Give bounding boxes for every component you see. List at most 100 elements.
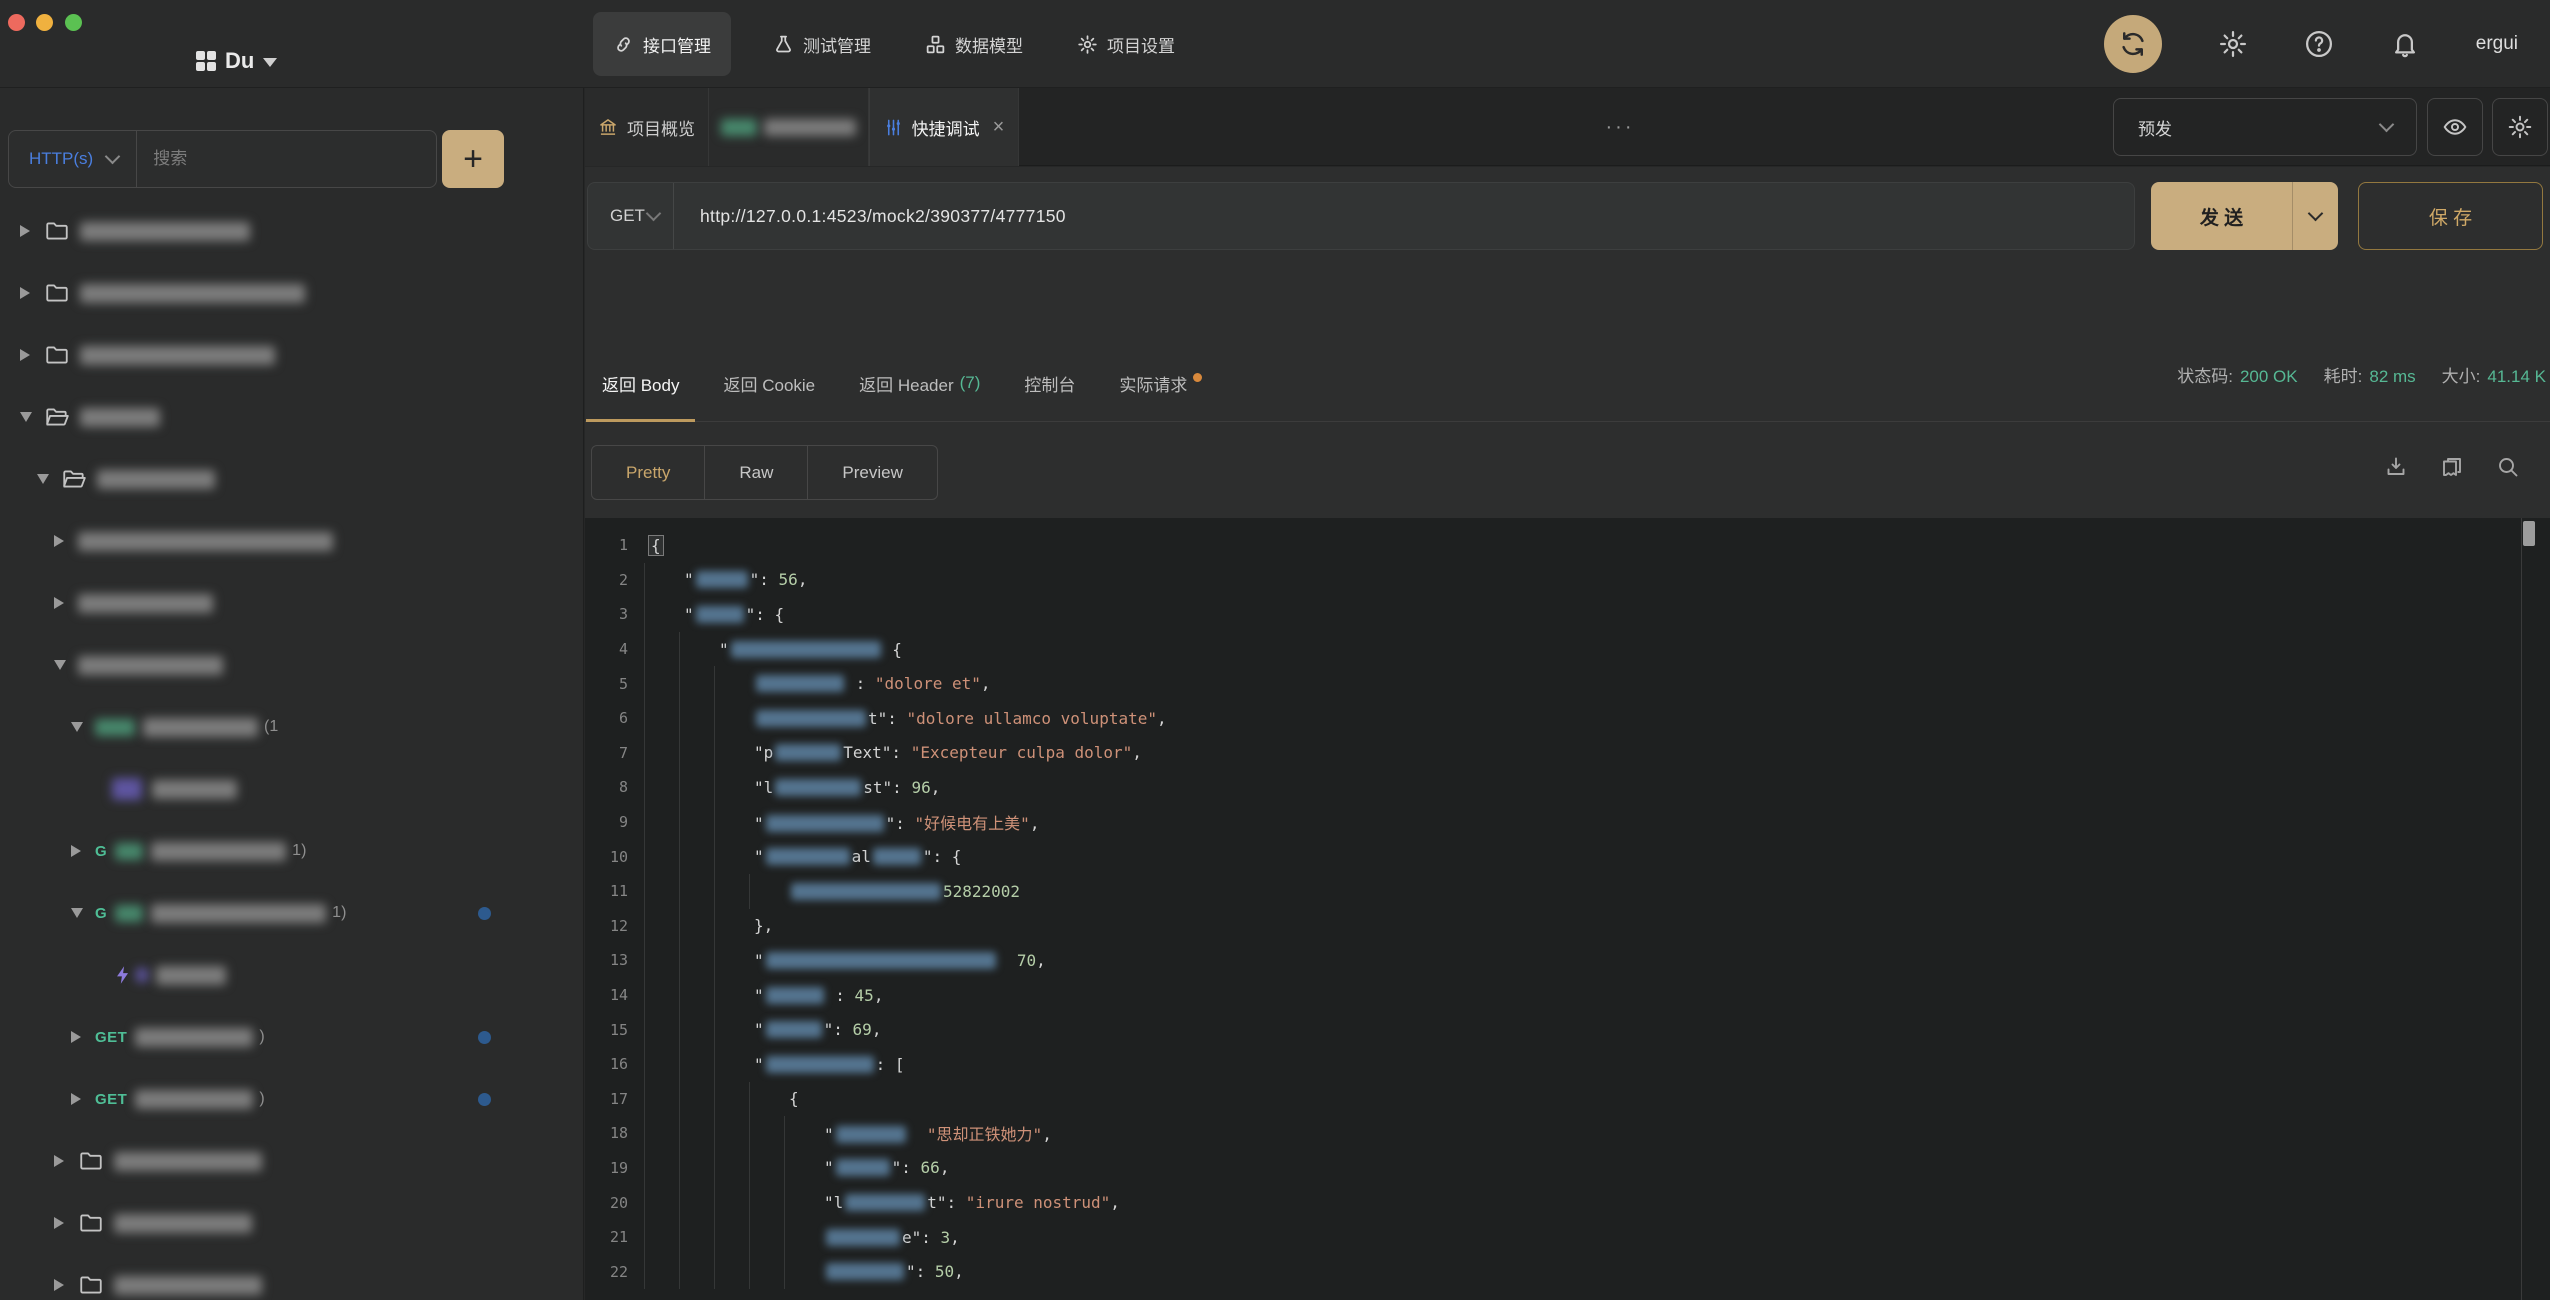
tab-response-cookie[interactable]: 返回 Cookie [723, 345, 815, 421]
method-select[interactable]: GET [588, 183, 674, 249]
chevron-right-icon[interactable] [54, 1155, 78, 1167]
notifications-button[interactable] [2390, 29, 2420, 59]
tree-row[interactable] [0, 944, 584, 1006]
tree-row[interactable]: GET) [0, 1006, 584, 1068]
tree-row[interactable] [0, 1130, 584, 1192]
tab-quick-debug[interactable]: 快捷调试 × [869, 88, 1019, 166]
chevron-down-icon[interactable] [54, 660, 78, 670]
code-line[interactable]: 10"al": { [585, 839, 2550, 874]
response-body-editor[interactable]: 1{2"": 56,3"": {4" {5 : "dolore et",6t":… [585, 518, 2550, 1300]
chevron-right-icon[interactable] [20, 349, 44, 361]
tree-row[interactable] [0, 758, 584, 820]
tree-row[interactable] [0, 324, 584, 386]
tree-row[interactable] [0, 262, 584, 324]
add-button[interactable]: + [442, 130, 504, 188]
tab-actual-request[interactable]: 实际请求 [1119, 345, 1202, 421]
search-icon[interactable] [2496, 455, 2520, 479]
env-preview-button[interactable] [2427, 98, 2483, 156]
help-icon [2304, 29, 2334, 59]
chevron-right-icon[interactable] [54, 1217, 78, 1229]
tree-row[interactable] [0, 200, 584, 262]
user-menu[interactable]: ergui [2476, 33, 2518, 55]
chevron-right-icon[interactable] [71, 1093, 95, 1105]
traffic-light-close[interactable] [8, 14, 25, 31]
chevron-down-icon[interactable] [71, 722, 95, 732]
code-line[interactable]: 2"": 56, [585, 563, 2550, 598]
chevron-right-icon[interactable] [71, 1031, 95, 1043]
search-input[interactable] [137, 149, 436, 169]
url-input[interactable] [674, 206, 2134, 227]
tree-row[interactable] [0, 1254, 584, 1300]
tree-row[interactable]: (1 [0, 696, 584, 758]
code-line[interactable]: 16": [ [585, 1047, 2550, 1082]
send-options-caret[interactable] [2293, 182, 2338, 250]
code-line[interactable]: 18" "思却正铁她力", [585, 1116, 2550, 1151]
chevron-right-icon[interactable] [71, 845, 95, 857]
tree-row[interactable]: G1) [0, 820, 584, 882]
chevron-right-icon[interactable] [54, 535, 78, 547]
tree-row[interactable]: G1) [0, 882, 584, 944]
save-button[interactable]: 保 存 [2358, 182, 2543, 250]
view-mode-pretty[interactable]: Pretty [592, 446, 705, 499]
view-mode-raw[interactable]: Raw [705, 446, 808, 499]
send-button[interactable]: 发 送 [2151, 182, 2338, 250]
more-tabs-button[interactable]: ··· [1580, 88, 1660, 166]
chevron-down-icon[interactable] [20, 412, 44, 422]
code-line[interactable]: 22": 50, [585, 1254, 2550, 1289]
code-line[interactable]: 1152822002 [585, 874, 2550, 909]
tree-row[interactable] [0, 1192, 584, 1254]
chevron-right-icon[interactable] [54, 1279, 78, 1291]
code-line[interactable]: 6t": "dolore ullamco voluptate", [585, 701, 2550, 736]
tree-row[interactable] [0, 572, 584, 634]
copy-icon[interactable] [2440, 455, 2464, 479]
code-line[interactable]: 14" : 45, [585, 978, 2550, 1013]
protocol-select[interactable]: HTTP(s) [9, 131, 137, 187]
chevron-right-icon[interactable] [20, 225, 44, 237]
environment-select[interactable]: 预发 [2113, 98, 2417, 156]
tab-response-body[interactable]: 返回 Body [602, 345, 679, 421]
tree-row[interactable]: GET) [0, 1068, 584, 1130]
nav-project-settings[interactable]: 项目设置 [1065, 12, 1187, 76]
code-line[interactable]: 17{ [585, 1082, 2550, 1117]
view-mode-preview[interactable]: Preview [808, 446, 936, 499]
tab-project-overview[interactable]: 项目概览 [585, 88, 709, 166]
env-manage-button[interactable] [2492, 98, 2548, 156]
code-line[interactable]: 20"lt": "irure nostrud", [585, 1185, 2550, 1220]
tree-row[interactable] [0, 386, 584, 448]
workspace-menu[interactable]: Du [196, 48, 277, 74]
code-line[interactable]: 9"": "好候电有上美", [585, 805, 2550, 840]
chevron-right-icon[interactable] [54, 597, 78, 609]
code-line[interactable]: 5 : "dolore et", [585, 666, 2550, 701]
code-line[interactable]: 13" 70, [585, 943, 2550, 978]
code-line[interactable]: 3"": { [585, 597, 2550, 632]
help-button[interactable] [2304, 29, 2334, 59]
code-line[interactable]: 19"": 66, [585, 1151, 2550, 1186]
download-icon[interactable] [2384, 455, 2408, 479]
code-line[interactable]: 4" { [585, 632, 2550, 667]
close-icon[interactable]: × [993, 116, 1005, 139]
code-line[interactable]: 21e": 3, [585, 1220, 2550, 1255]
tree-row[interactable] [0, 510, 584, 572]
tab-blurred[interactable] [709, 88, 869, 166]
code-line[interactable]: 8"lst": 96, [585, 770, 2550, 805]
nav-api-management[interactable]: 接口管理 [593, 12, 731, 76]
indent-guide [784, 1116, 785, 1151]
code-line[interactable]: 7"pText": "Excepteur culpa dolor", [585, 736, 2550, 771]
chevron-down-icon[interactable] [71, 908, 95, 918]
sync-button[interactable] [2104, 15, 2162, 73]
chevron-down-icon[interactable] [37, 474, 61, 484]
tab-response-header[interactable]: 返回 Header(7) [859, 345, 980, 421]
code-line[interactable]: 15"": 69, [585, 1012, 2550, 1047]
nav-data-model[interactable]: 数据模型 [913, 12, 1035, 76]
settings-button[interactable] [2218, 29, 2248, 59]
code-line[interactable]: 12}, [585, 909, 2550, 944]
traffic-light-minimize[interactable] [36, 14, 53, 31]
editor-scrollbar-thumb[interactable] [2523, 521, 2535, 546]
chevron-right-icon[interactable] [20, 287, 44, 299]
nav-test-management[interactable]: 测试管理 [761, 12, 883, 76]
tab-console[interactable]: 控制台 [1024, 345, 1075, 421]
tree-row[interactable] [0, 448, 584, 510]
tree-row[interactable] [0, 634, 584, 696]
code-line[interactable]: 1{ [585, 528, 2550, 563]
traffic-light-zoom[interactable] [65, 14, 82, 31]
